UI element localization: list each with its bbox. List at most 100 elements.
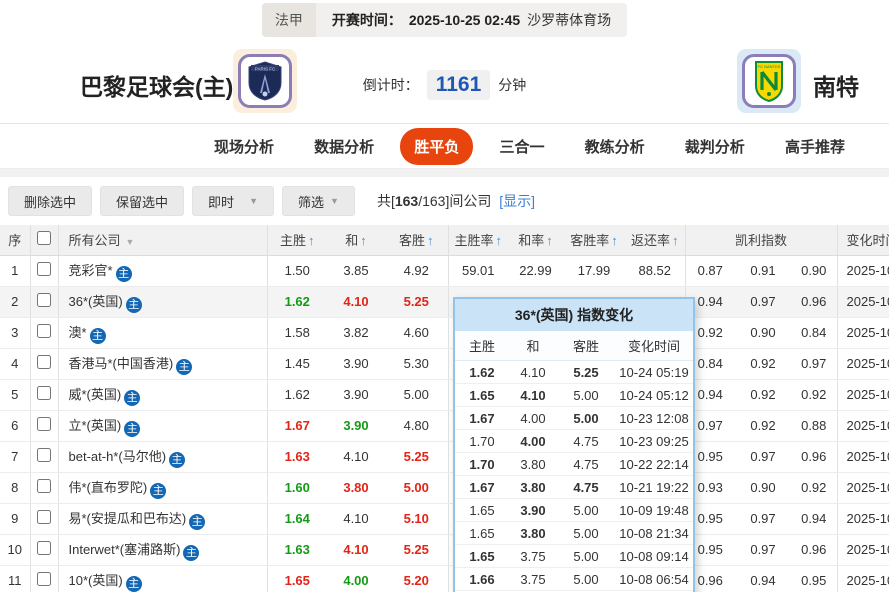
show-link[interactable]: [显示] [499, 193, 535, 209]
popup-draw-odds: 3.80 [520, 479, 546, 495]
odds-value[interactable]: 4.80 [385, 410, 448, 442]
popup-change-time: 10-24 05:19 [619, 364, 689, 380]
select-all-checkbox[interactable] [37, 231, 51, 246]
odds-value[interactable]: 1.45 [266, 348, 327, 380]
keep-selected-button[interactable]: 保留选中 [100, 186, 185, 216]
odds-value[interactable]: 5.25 [385, 286, 448, 318]
row-checkbox[interactable] [37, 510, 51, 524]
away-team-logo: FC NANTES [737, 49, 801, 113]
odds-value[interactable]: 5.30 [385, 348, 448, 380]
odds-value[interactable]: 3.80 [327, 472, 385, 504]
odds-value[interactable]: 1.60 [266, 472, 327, 504]
odds-value[interactable]: 3.85 [327, 255, 385, 287]
table-row[interactable]: 5威*(英国)主1.623.905.000.940.920.922025-10-… [0, 379, 889, 411]
table-row[interactable]: 4 香港马*(中国香港) 主 1.45 3.90 5.30 0.84 0.92 0.97 2025… [0, 348, 889, 380]
odds-value[interactable]: 1.64 [266, 503, 327, 535]
nav-tab-2[interactable]: 数据分析 [300, 128, 388, 165]
table-row[interactable]: 1 竞彩官* 主 1.50 3.85 4.92 59.01 22.99 17.99 88.52 0.… [0, 255, 889, 287]
sort-asc-icon: ↑ [672, 233, 679, 249]
company-name[interactable]: 立*(英国) 主 [57, 410, 267, 442]
odds-value[interactable]: 1.62 [266, 286, 327, 318]
odds-value[interactable]: 5.25 [385, 534, 448, 566]
odds-value[interactable]: 1.63 [266, 534, 327, 566]
company-name[interactable]: bet-at-h*(马尔他) 主 [57, 441, 267, 473]
odds-value[interactable]: 1.67 [266, 410, 327, 442]
table-row[interactable]: 3澳*主1.583.824.600.920.900.842025-10-2 [0, 317, 889, 349]
row-checkbox[interactable] [37, 355, 51, 369]
row-checkbox[interactable] [37, 479, 51, 493]
nav-tab-6[interactable]: 裁判分析 [671, 128, 759, 165]
delete-selected-button[interactable]: 删除选中 [8, 186, 93, 216]
odds-value[interactable]: 3.90 [327, 348, 385, 380]
row-checkbox[interactable] [37, 448, 51, 462]
header-away-rate[interactable]: 客胜率 ↑ [563, 225, 625, 256]
company-name[interactable]: 香港马*(中国香港) 主 [57, 348, 267, 380]
odds-value[interactable]: 1.63 [266, 441, 327, 473]
table-row[interactable]: 9 易*(安提瓜和巴布达) 主 1.64 4.10 5.10 0.95 0.97 0.94 202… [0, 503, 889, 535]
odds-value[interactable]: 5.20 [385, 565, 448, 592]
row-checkbox[interactable] [37, 324, 51, 338]
popup-home-odds: 1.67 [469, 479, 495, 495]
row-checkbox[interactable] [37, 541, 51, 555]
filter-dropdown[interactable]: 筛选 ▼ [282, 186, 355, 216]
table-row[interactable]: 7 bet-at-h*(马尔他) 主 1.63 4.10 5.25 0.95 0.97 0.96… [0, 441, 889, 473]
header-away-odds[interactable]: 客胜 ↑ [385, 225, 448, 256]
odds-value[interactable]: 5.00 [385, 379, 448, 411]
company-name[interactable]: 竞彩官* 主 [57, 255, 267, 287]
odds-value[interactable]: 4.00 [327, 565, 385, 592]
popup-draw-odds: 3.75 [520, 548, 546, 564]
company-name[interactable]: Interwet*(塞浦路斯) 主 [57, 534, 267, 566]
odds-value[interactable]: 4.10 [327, 441, 385, 473]
table-row[interactable]: 10 Interwet*(塞浦路斯) 主 1.63 4.10 5.25 0.95 0.97 0.… [0, 534, 889, 566]
row-select [29, 255, 58, 287]
company-name[interactable]: 澳* 主 [57, 317, 267, 349]
odds-value[interactable]: 4.92 [385, 255, 448, 287]
table-row[interactable]: 236*(英国)主1.624.105.250.940.970.962025-10… [0, 286, 889, 318]
away-team-name: 南特 [813, 74, 859, 100]
table-row[interactable]: 8 伟*(直布罗陀) 主 1.60 3.80 5.00 0.93 0.90 0.92 2025-1… [0, 472, 889, 504]
header-return-rate[interactable]: 返还率 ↑ [625, 225, 685, 256]
odds-value[interactable]: 5.00 [385, 472, 448, 504]
header-draw-rate-label: 和率 [518, 233, 545, 249]
header-home-odds[interactable]: 主胜 ↑ [266, 225, 327, 256]
company-name[interactable]: 伟*(直布罗陀) 主 [57, 472, 267, 504]
header-draw-odds[interactable]: 和 ↑ [327, 225, 385, 256]
header-draw-rate[interactable]: 和率 ↑ [508, 225, 563, 256]
odds-value[interactable]: 4.10 [327, 286, 385, 318]
company-name[interactable]: 威*(英国) 主 [57, 379, 267, 411]
odds-value[interactable]: 5.25 [385, 441, 448, 473]
row-checkbox[interactable] [37, 262, 51, 276]
nav-tab-5[interactable]: 教练分析 [571, 128, 659, 165]
odds-value[interactable]: 4.10 [327, 534, 385, 566]
odds-value[interactable]: 3.90 [327, 410, 385, 442]
odds-value[interactable]: 3.82 [327, 317, 385, 349]
odds-value[interactable]: 3.90 [327, 379, 385, 411]
row-checkbox[interactable] [37, 386, 51, 400]
nav-tab-4[interactable]: 三合一 [485, 128, 558, 165]
odds-value[interactable]: 1.62 [266, 379, 327, 411]
nav-tab-7[interactable]: 高手推荐 [771, 128, 859, 165]
row-checkbox[interactable] [37, 417, 51, 431]
row-checkbox[interactable] [37, 572, 51, 586]
table-row[interactable]: 6立*(英国)主1.673.904.800.970.920.882025-10-… [0, 410, 889, 442]
header-company[interactable]: 所有公司 ▼ [57, 225, 267, 256]
odds-value[interactable]: 1.65 [266, 565, 327, 592]
company-name[interactable]: 36*(英国) 主 [57, 286, 267, 318]
company-name[interactable]: 易*(安提瓜和巴布达) 主 [57, 503, 267, 535]
nav-tab-1[interactable]: 现场分析 [200, 128, 288, 165]
popup-home-odds: 1.70 [469, 433, 495, 449]
row-checkbox[interactable] [37, 293, 51, 307]
odds-value[interactable]: 4.10 [327, 503, 385, 535]
header-home-rate[interactable]: 主胜率 ↑ [447, 225, 508, 256]
odds-value[interactable]: 5.10 [385, 503, 448, 535]
odds-value[interactable]: 1.58 [266, 317, 327, 349]
nav-tab-3[interactable]: 胜平负 [400, 127, 474, 165]
kelly-value: 0.96 [791, 534, 837, 566]
odds-value[interactable]: 1.50 [266, 255, 327, 287]
time-mode-dropdown[interactable]: 即时 ▼ [192, 186, 275, 216]
kelly-value: 0.91 [735, 255, 791, 287]
table-row[interactable]: 11 10*(英国) 主 1.65 4.00 5.20 0.96 0.94 0.95 2025-1… [0, 565, 889, 592]
countdown-value: 1161 [426, 70, 491, 100]
company-name[interactable]: 10*(英国) 主 [57, 565, 267, 592]
odds-value[interactable]: 4.60 [385, 317, 448, 349]
